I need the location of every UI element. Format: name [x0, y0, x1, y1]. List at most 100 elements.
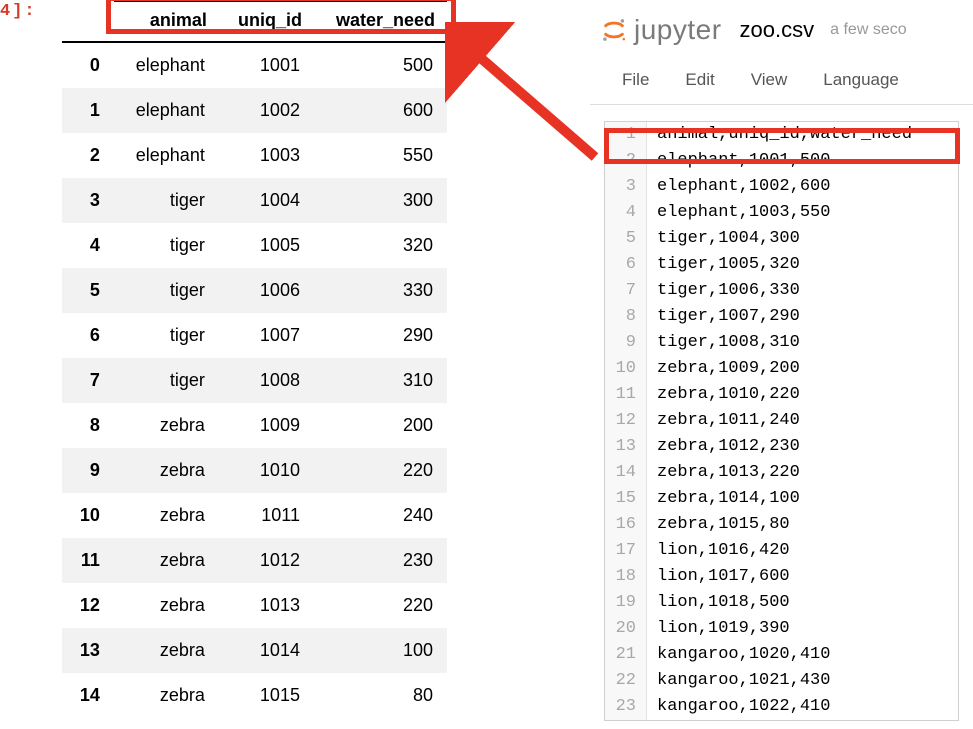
table-row: 8zebra1009200	[62, 403, 447, 448]
jupyter-editor-panel: jupyter zoo.csv a few seco File Edit Vie…	[590, 0, 973, 721]
cell-water_need: 310	[314, 358, 447, 403]
jupyter-header: jupyter zoo.csv a few seco	[590, 0, 973, 52]
cell-animal: zebra	[114, 538, 219, 583]
editor-line[interactable]: 9tiger,1008,310	[605, 330, 958, 356]
row-index: 5	[62, 268, 114, 313]
cell-water_need: 220	[314, 448, 447, 493]
editor-line[interactable]: 6tiger,1005,320	[605, 252, 958, 278]
menu-language[interactable]: Language	[823, 70, 899, 90]
cell-animal: zebra	[114, 403, 219, 448]
menu-file[interactable]: File	[622, 70, 649, 90]
table-row: 3tiger1004300	[62, 178, 447, 223]
line-content[interactable]: zebra,1010,220	[647, 382, 800, 408]
cell-water_need: 290	[314, 313, 447, 358]
cell-water_need: 550	[314, 133, 447, 178]
line-number: 12	[605, 408, 647, 434]
cell-animal: tiger	[114, 268, 219, 313]
row-index: 9	[62, 448, 114, 493]
editor-line[interactable]: 14zebra,1013,220	[605, 460, 958, 486]
line-content[interactable]: elephant,1002,600	[647, 174, 830, 200]
editor-line[interactable]: 10zebra,1009,200	[605, 356, 958, 382]
editor-line[interactable]: 2elephant,1001,500	[605, 148, 958, 174]
line-content[interactable]: kangaroo,1021,430	[647, 668, 830, 694]
cell-animal: elephant	[114, 133, 219, 178]
editor-line[interactable]: 23kangaroo,1022,410	[605, 694, 958, 720]
jupyter-logo-icon	[600, 16, 628, 44]
editor-line[interactable]: 5tiger,1004,300	[605, 226, 958, 252]
jupyter-filename[interactable]: zoo.csv	[740, 17, 815, 43]
menu-view[interactable]: View	[751, 70, 788, 90]
editor-line[interactable]: 19lion,1018,500	[605, 590, 958, 616]
cell-uniq_id: 1010	[219, 448, 314, 493]
col-header-water-need: water_need	[314, 1, 447, 42]
line-content[interactable]: lion,1019,390	[647, 616, 790, 642]
cell-animal: tiger	[114, 178, 219, 223]
editor-line[interactable]: 20lion,1019,390	[605, 616, 958, 642]
editor-line[interactable]: 4elephant,1003,550	[605, 200, 958, 226]
editor-line[interactable]: 18lion,1017,600	[605, 564, 958, 590]
jupyter-saved-ago: a few seco	[830, 21, 906, 39]
cell-animal: tiger	[114, 223, 219, 268]
line-number: 13	[605, 434, 647, 460]
line-content[interactable]: tiger,1008,310	[647, 330, 800, 356]
line-content[interactable]: lion,1016,420	[647, 538, 790, 564]
line-number: 5	[605, 226, 647, 252]
row-index: 1	[62, 88, 114, 133]
line-number: 16	[605, 512, 647, 538]
cell-uniq_id: 1015	[219, 673, 314, 718]
table-row: 14zebra101580	[62, 673, 447, 718]
csv-editor[interactable]: 1animal,uniq_id,water_need2elephant,1001…	[604, 121, 959, 721]
editor-line[interactable]: 17lion,1016,420	[605, 538, 958, 564]
editor-line[interactable]: 3elephant,1002,600	[605, 174, 958, 200]
cell-uniq_id: 1005	[219, 223, 314, 268]
line-content[interactable]: elephant,1003,550	[647, 200, 830, 226]
table-row: 11zebra1012230	[62, 538, 447, 583]
line-content[interactable]: zebra,1011,240	[647, 408, 800, 434]
jupyter-logo[interactable]: jupyter	[600, 14, 722, 46]
line-content[interactable]: zebra,1015,80	[647, 512, 790, 538]
row-index: 7	[62, 358, 114, 403]
line-content[interactable]: elephant,1001,500	[647, 148, 830, 174]
cell-uniq_id: 1012	[219, 538, 314, 583]
line-number: 7	[605, 278, 647, 304]
editor-line[interactable]: 12zebra,1011,240	[605, 408, 958, 434]
row-index: 2	[62, 133, 114, 178]
cell-water_need: 240	[314, 493, 447, 538]
line-content[interactable]: tiger,1006,330	[647, 278, 800, 304]
editor-line[interactable]: 7tiger,1006,330	[605, 278, 958, 304]
dataframe-table-wrap: animal uniq_id water_need 0elephant10015…	[62, 0, 447, 718]
row-index: 13	[62, 628, 114, 673]
line-content[interactable]: animal,uniq_id,water_need	[647, 122, 912, 148]
line-content[interactable]: lion,1018,500	[647, 590, 790, 616]
editor-line[interactable]: 22kangaroo,1021,430	[605, 668, 958, 694]
editor-line[interactable]: 1animal,uniq_id,water_need	[605, 122, 958, 148]
table-row: 13zebra1014100	[62, 628, 447, 673]
line-number: 21	[605, 642, 647, 668]
line-content[interactable]: kangaroo,1020,410	[647, 642, 830, 668]
line-content[interactable]: tiger,1005,320	[647, 252, 800, 278]
editor-line[interactable]: 21kangaroo,1020,410	[605, 642, 958, 668]
line-content[interactable]: zebra,1012,230	[647, 434, 800, 460]
cell-animal: zebra	[114, 583, 219, 628]
line-content[interactable]: tiger,1007,290	[647, 304, 800, 330]
line-content[interactable]: kangaroo,1022,410	[647, 694, 830, 720]
line-number: 8	[605, 304, 647, 330]
line-content[interactable]: zebra,1013,220	[647, 460, 800, 486]
cell-water_need: 100	[314, 628, 447, 673]
line-content[interactable]: tiger,1004,300	[647, 226, 800, 252]
line-content[interactable]: zebra,1014,100	[647, 486, 800, 512]
editor-line[interactable]: 16zebra,1015,80	[605, 512, 958, 538]
cell-water_need: 300	[314, 178, 447, 223]
editor-line[interactable]: 8tiger,1007,290	[605, 304, 958, 330]
editor-line[interactable]: 15zebra,1014,100	[605, 486, 958, 512]
menu-edit[interactable]: Edit	[685, 70, 714, 90]
editor-line[interactable]: 13zebra,1012,230	[605, 434, 958, 460]
row-index: 4	[62, 223, 114, 268]
row-index: 8	[62, 403, 114, 448]
editor-line[interactable]: 11zebra,1010,220	[605, 382, 958, 408]
cell-water_need: 80	[314, 673, 447, 718]
line-content[interactable]: zebra,1009,200	[647, 356, 800, 382]
line-content[interactable]: lion,1017,600	[647, 564, 790, 590]
row-index: 0	[62, 42, 114, 88]
row-index: 14	[62, 673, 114, 718]
